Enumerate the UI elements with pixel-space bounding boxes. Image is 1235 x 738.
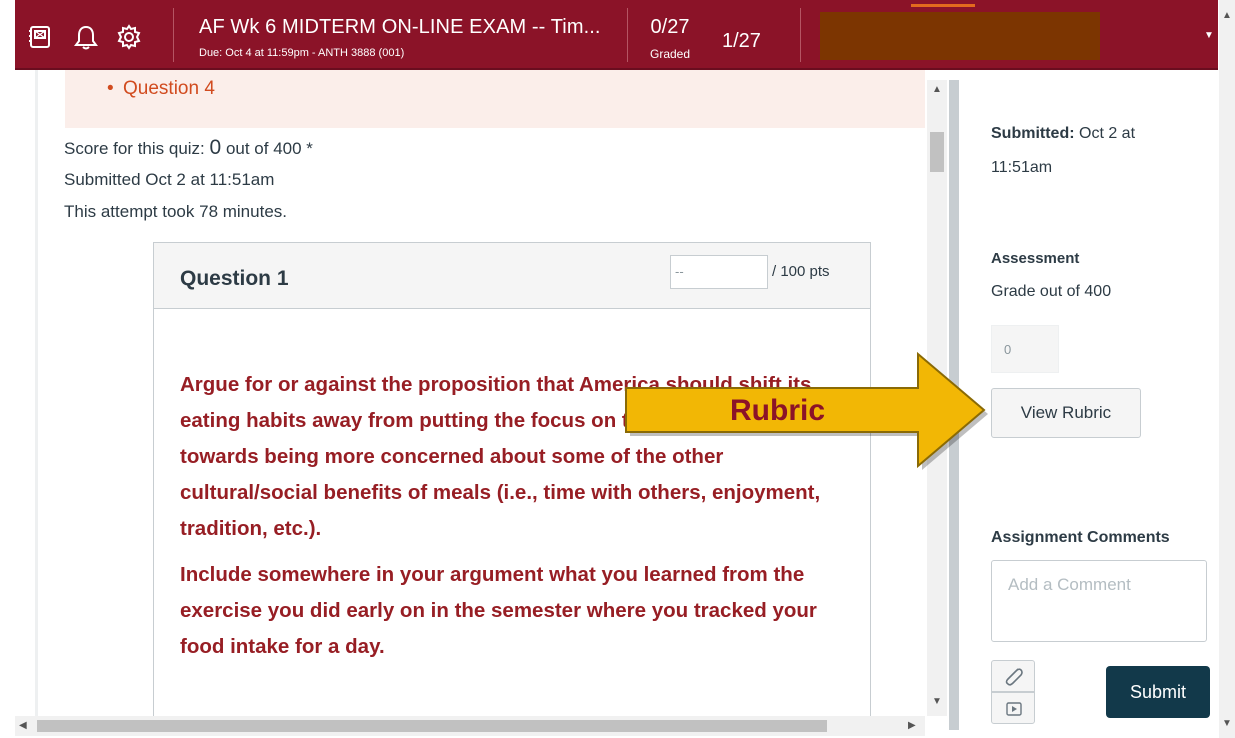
paperclip-icon	[1005, 668, 1023, 686]
video-icon	[1006, 702, 1022, 716]
points-label: / 100 pts	[772, 263, 830, 280]
question-link[interactable]: Question 4	[107, 78, 215, 100]
scroll-right-icon[interactable]: ▶	[908, 720, 916, 731]
submitted-label: Submitted:	[991, 125, 1075, 142]
submitted-info: Submitted: Oct 2 at 11:51am	[991, 117, 1171, 185]
quiz-score: Score for this quiz: 0 out of 400 *	[64, 136, 313, 160]
grade-out-of: Grade out of 400	[991, 283, 1112, 300]
scroll-left-icon[interactable]: ◀	[19, 720, 27, 731]
chevron-down-icon[interactable]: ▼	[1204, 30, 1214, 41]
attempt-duration: This attempt took 78 minutes.	[64, 202, 287, 221]
assignment-due-info: Due: Oct 4 at 11:59pm - ANTH 3888 (001)	[199, 47, 405, 59]
header-icon-group	[15, 0, 175, 70]
header-divider	[800, 8, 801, 62]
media-comment-button[interactable]	[991, 692, 1035, 724]
question-list-banner: Question 4	[65, 70, 925, 128]
points-input[interactable]: --	[670, 255, 768, 289]
grading-sidebar: Submitted: Oct 2 at 11:51am Assessment G…	[960, 80, 1218, 738]
graded-label: Graded	[649, 47, 691, 61]
view-rubric-button[interactable]: View Rubric	[991, 388, 1141, 438]
scrollbar-thumb[interactable]	[37, 720, 827, 732]
student-pager: 1/27	[722, 30, 761, 52]
scroll-up-icon[interactable]: ▲	[932, 84, 942, 95]
submitted-time: Submitted Oct 2 at 11:51am	[64, 170, 275, 189]
grade-input[interactable]: 0	[991, 325, 1059, 373]
bell-icon[interactable]	[73, 24, 99, 50]
student-select-accent	[911, 4, 975, 7]
scroll-down-icon[interactable]: ▼	[1222, 718, 1232, 729]
assessment-heading: Assessment	[991, 250, 1080, 267]
question-card: Question 1 -- / 100 pts Argue for or aga…	[153, 242, 871, 716]
scrollbar-thumb[interactable]	[930, 132, 944, 172]
header-divider	[627, 8, 628, 62]
speedgrader-header: AF Wk 6 MIDTERM ON-LINE EXAM -- Tim... D…	[15, 0, 1218, 70]
score-suffix: out of 400 *	[225, 139, 313, 158]
page-vertical-scrollbar[interactable]: ▲ ▼	[1219, 0, 1235, 738]
gear-icon[interactable]	[116, 24, 142, 50]
score-value: 0	[209, 136, 222, 159]
assignment-title[interactable]: AF Wk 6 MIDTERM ON-LINE EXAM -- Tim...	[199, 16, 601, 39]
scroll-down-icon[interactable]: ▼	[932, 696, 942, 707]
notes-icon[interactable]	[27, 24, 53, 50]
question-paragraph: Include somewhere in your argument what …	[180, 563, 817, 658]
submit-button[interactable]: Submit	[1106, 666, 1210, 718]
graded-count: 0/27	[650, 16, 690, 38]
question-header: Question 1 -- / 100 pts	[154, 243, 870, 309]
horizontal-scrollbar[interactable]: ◀ ▶	[15, 716, 925, 736]
attachment-button[interactable]	[991, 660, 1035, 692]
comments-heading: Assignment Comments	[991, 529, 1170, 546]
rubric-callout-label: Rubric	[730, 394, 826, 427]
scroll-up-icon[interactable]: ▲	[1222, 10, 1232, 21]
comment-textarea[interactable]: Add a Comment	[991, 560, 1207, 642]
question-title: Question 1	[180, 267, 289, 290]
student-select-redacted[interactable]	[820, 12, 1100, 60]
header-divider	[173, 8, 174, 62]
score-prefix: Score for this quiz:	[64, 139, 205, 158]
